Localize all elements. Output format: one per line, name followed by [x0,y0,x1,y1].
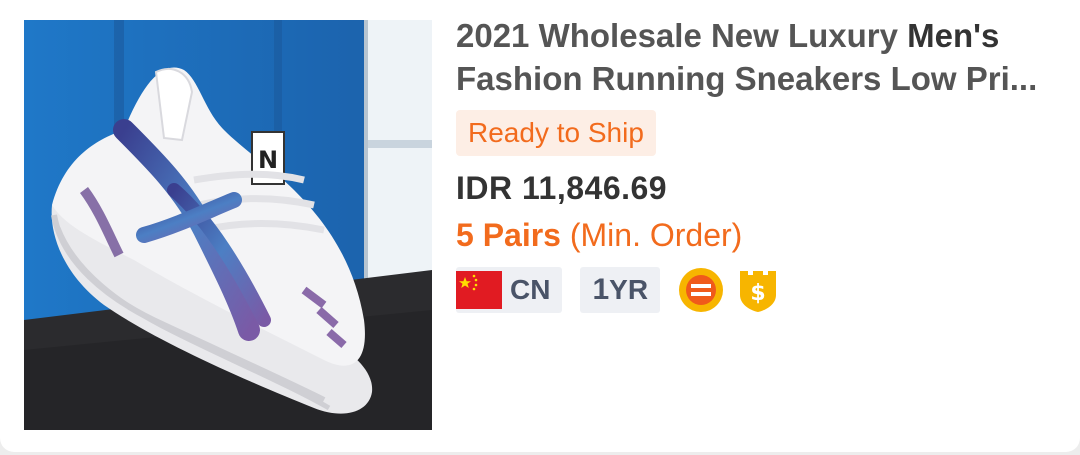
product-info: 2021 Wholesale New Luxury Men's Fashion … [456,14,1056,313]
product-title[interactable]: 2021 Wholesale New Luxury Men's Fashion … [456,14,1046,100]
sneaker-photo-icon: N [24,20,432,430]
min-order-quantity: 5 Pairs [456,217,561,253]
years-number: 1 [592,273,610,306]
trade-assurance-icon[interactable] [678,267,724,313]
min-order-label: (Min. Order) [569,217,743,253]
china-flag-icon [456,271,502,309]
title-highlight: Men's [907,17,1000,54]
svg-text:N: N [258,146,278,174]
years-unit: YR [609,274,649,305]
years-badge: 1 YR [580,267,661,313]
product-image[interactable]: N [24,20,432,430]
title-text-line2: Fashion Running Sneakers Low Pri... [456,60,1038,97]
supplier-badges: CN 1 YR $ [456,267,1056,313]
min-order: 5 Pairs (Min. Order) [456,217,1056,254]
ready-to-ship-badge: Ready to Ship [456,110,656,156]
svg-text:$: $ [750,281,765,306]
product-price: IDR 11,846.69 [456,170,668,206]
country-code: CN [510,274,551,305]
country-badge: CN [456,267,563,313]
product-card[interactable]: N 2021 Wholesale New Luxury Men's Fashio… [0,0,1080,452]
title-text: 2021 Wholesale New Luxury [456,17,908,54]
gold-supplier-shield-icon[interactable]: $ [736,267,780,313]
